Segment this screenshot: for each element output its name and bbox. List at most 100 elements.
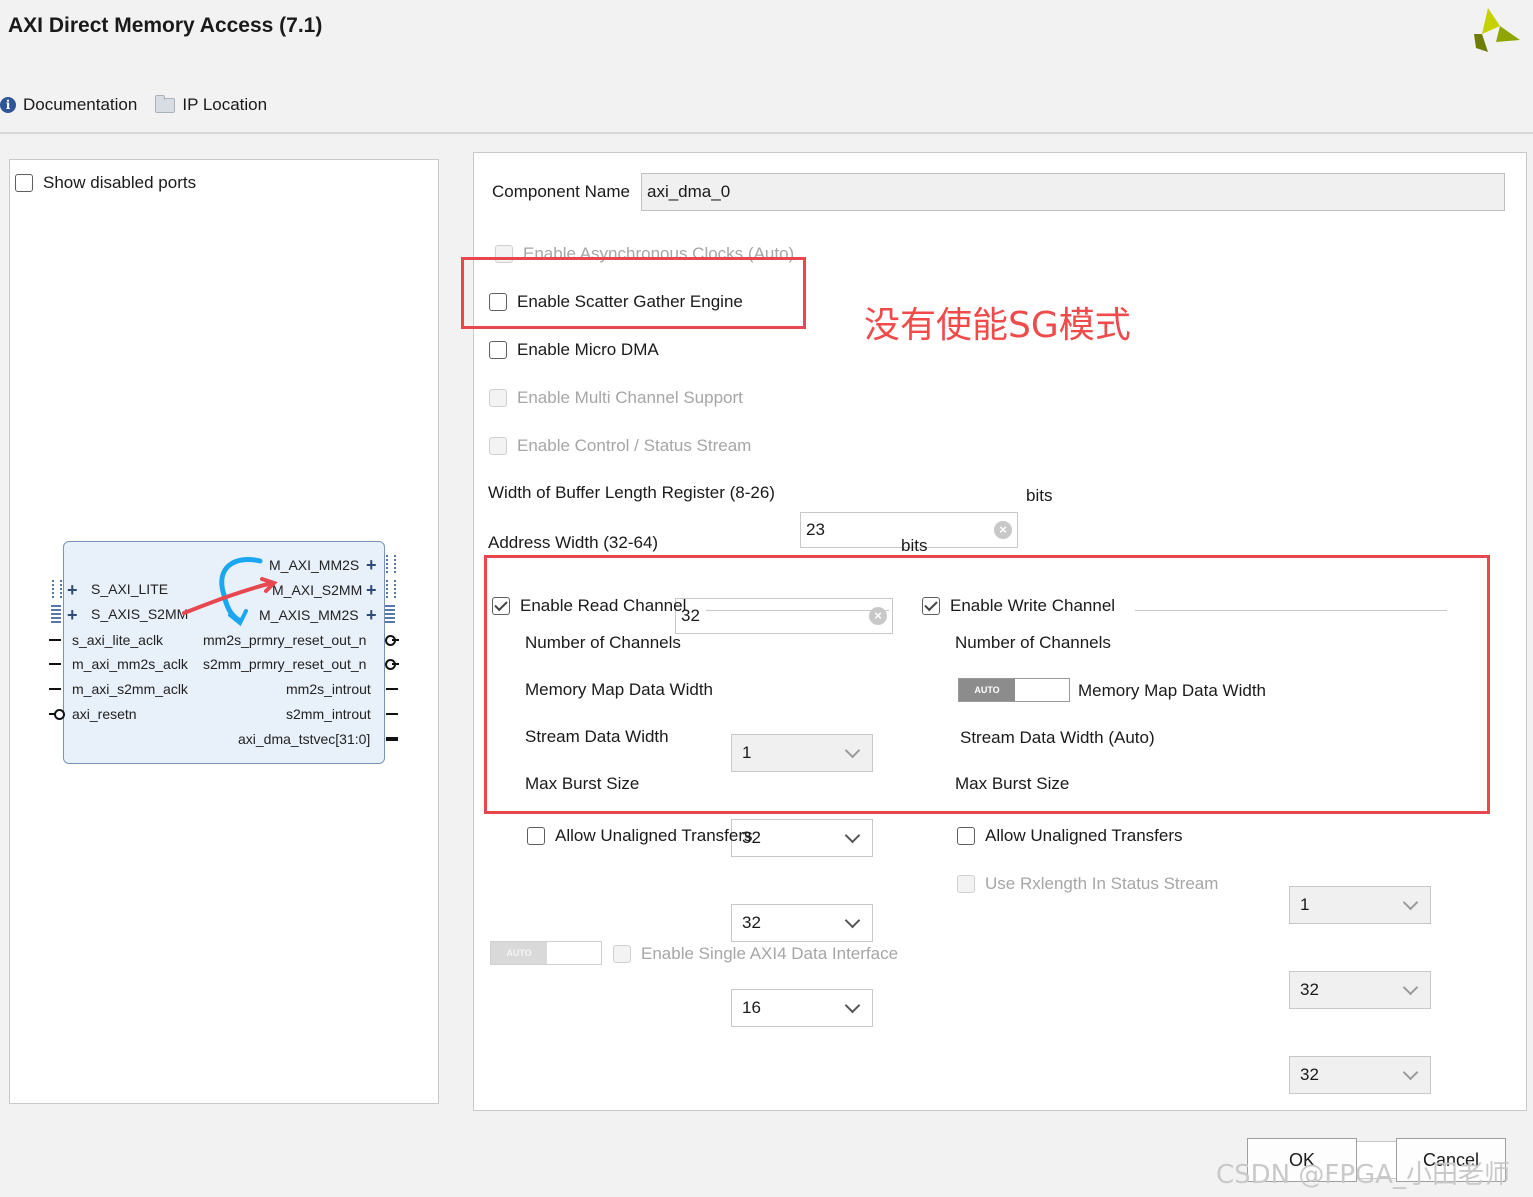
write-mm-width-select[interactable]: 32 xyxy=(1289,971,1431,1009)
plus-icon[interactable]: + xyxy=(67,605,78,626)
pin-line xyxy=(49,688,61,690)
pin-line xyxy=(386,713,398,715)
rxlength-option: Use Rxlength In Status Stream xyxy=(957,874,1218,894)
write-stream-width-select[interactable]: 32 xyxy=(1289,1056,1431,1094)
chevron-down-icon xyxy=(1402,894,1419,911)
watermark: CSDN @FPGA_小田老师 xyxy=(1216,1160,1510,1190)
read-unaligned-checkbox[interactable] xyxy=(527,827,545,845)
write-mm-width-value: 32 xyxy=(1300,980,1319,999)
read-channels-value: 1 xyxy=(742,743,752,762)
pin-s2mm-prmry-reset-out-n[interactable]: s2mm_prmry_reset_out_n xyxy=(203,656,366,672)
pin-m-axi-mm2s-aclk[interactable]: m_axi_mm2s_aclk xyxy=(72,656,188,672)
read-stream-width-value: 32 xyxy=(742,913,761,932)
pin-m-axi-s2mm-aclk[interactable]: m_axi_s2mm_aclk xyxy=(72,681,188,697)
chevron-down-icon xyxy=(844,742,861,759)
read-burst-select[interactable]: 16 xyxy=(731,989,873,1027)
plus-icon[interactable]: + xyxy=(366,555,377,576)
write-mm-width-auto-toggle[interactable]: AUTO xyxy=(958,678,1070,702)
write-unaligned-label: Allow Unaligned Transfers xyxy=(985,826,1183,845)
write-unaligned-checkbox[interactable] xyxy=(957,827,975,845)
active-low-bubble xyxy=(54,709,65,720)
plus-icon[interactable]: + xyxy=(366,605,377,626)
single-axi4-option: Enable Single AXI4 Data Interface xyxy=(613,944,898,964)
port-s-axis-s2mm[interactable]: S_AXIS_S2MM xyxy=(91,606,188,622)
read-stream-width-select[interactable]: 32 xyxy=(731,904,873,942)
pin-line xyxy=(49,639,61,641)
show-disabled-ports-label: Show disabled ports xyxy=(43,173,197,192)
micro-dma-option[interactable]: Enable Micro DMA xyxy=(489,340,659,360)
single-axi4-label: Enable Single AXI4 Data Interface xyxy=(641,944,899,963)
chevron-down-icon xyxy=(1402,979,1419,996)
component-name-label: Component Name xyxy=(492,182,630,201)
plus-icon[interactable]: + xyxy=(366,580,377,601)
pin-mm2s-introut[interactable]: mm2s_introut xyxy=(286,681,371,697)
component-name-input[interactable]: axi_dma_0 xyxy=(641,173,1505,211)
read-channel-option[interactable]: Enable Read Channel xyxy=(492,596,686,616)
scatter-gather-label: Enable Scatter Gather Engine xyxy=(517,292,743,311)
read-channel-checkbox[interactable] xyxy=(492,597,510,615)
address-width-unit: bits xyxy=(901,536,928,555)
write-channel-checkbox[interactable] xyxy=(922,597,940,615)
control-status-option: Enable Control / Status Stream xyxy=(489,436,751,456)
auto-toggle-knob xyxy=(1015,679,1069,701)
folder-icon xyxy=(155,94,176,113)
read-mm-width-label: Memory Map Data Width xyxy=(525,680,713,699)
port-s-axi-lite[interactable]: S_AXI_LITE xyxy=(91,581,168,597)
read-stream-width-label: Stream Data Width xyxy=(525,727,669,746)
bus-handle xyxy=(385,605,395,623)
write-stream-width-value: 32 xyxy=(1300,1065,1319,1084)
write-unaligned-option[interactable]: Allow Unaligned Transfers xyxy=(957,826,1182,846)
pin-axi-dma-tstvec[interactable]: axi_dma_tstvec[31:0] xyxy=(238,731,370,747)
group-separator xyxy=(706,610,889,611)
buffer-length-label: Width of Buffer Length Register (8-26) xyxy=(488,483,775,502)
header-divider xyxy=(0,132,1533,134)
read-channels-select[interactable]: 1 xyxy=(731,734,873,772)
pin-line xyxy=(392,639,399,641)
micro-dma-label: Enable Micro DMA xyxy=(517,340,659,359)
info-icon: i xyxy=(0,97,16,113)
annotation-text: 没有使能SG模式 xyxy=(864,305,1131,346)
multi-channel-checkbox xyxy=(489,389,507,407)
xilinx-logo-icon xyxy=(1474,8,1520,52)
ip-location-label: IP Location xyxy=(182,95,268,114)
write-burst-label: Max Burst Size xyxy=(955,774,1070,793)
auto-toggle-label: AUTO xyxy=(959,679,1015,701)
buffer-length-unit: bits xyxy=(1026,486,1053,505)
documentation-label: Documentation xyxy=(23,95,138,114)
rxlength-label: Use Rxlength In Status Stream xyxy=(985,874,1219,893)
write-channels-value: 1 xyxy=(1300,895,1310,914)
micro-dma-checkbox[interactable] xyxy=(489,341,507,359)
clear-icon[interactable]: × xyxy=(994,521,1012,539)
write-channels-label: Number of Channels xyxy=(955,633,1111,652)
ip-location-menu[interactable]: IP Location xyxy=(155,94,268,115)
read-unaligned-option[interactable]: Allow Unaligned Transfers xyxy=(527,826,752,846)
pin-s-axi-lite-aclk[interactable]: s_axi_lite_aclk xyxy=(72,632,163,648)
plus-icon[interactable]: + xyxy=(67,580,78,601)
write-stream-width-label: Stream Data Width (Auto) xyxy=(960,728,1155,747)
pin-s2mm-introut[interactable]: s2mm_introut xyxy=(286,706,371,722)
bus-handle xyxy=(386,580,396,598)
multi-channel-option: Enable Multi Channel Support xyxy=(489,388,743,408)
bus-handle xyxy=(52,580,62,598)
buffer-length-value: 23 xyxy=(806,520,825,539)
read-burst-label: Max Burst Size xyxy=(525,774,640,793)
pin-line xyxy=(392,663,399,665)
documentation-menu[interactable]: i Documentation xyxy=(0,95,137,115)
group-separator xyxy=(1135,610,1447,611)
write-channel-option[interactable]: Enable Write Channel xyxy=(922,596,1115,616)
write-channels-select[interactable]: 1 xyxy=(1289,886,1431,924)
single-axi4-auto-toggle: AUTO xyxy=(490,941,602,965)
chevron-down-icon xyxy=(844,997,861,1014)
bus-handle xyxy=(386,555,396,573)
window-title: AXI Direct Memory Access (7.1) xyxy=(8,14,323,37)
pin-axi-resetn[interactable]: axi_resetn xyxy=(72,706,137,722)
scatter-gather-checkbox[interactable] xyxy=(489,293,507,311)
scatter-gather-option[interactable]: Enable Scatter Gather Engine xyxy=(489,292,743,312)
chevron-down-icon xyxy=(844,912,861,929)
chevron-down-icon xyxy=(1402,1064,1419,1081)
bus-handle xyxy=(51,605,61,623)
multi-channel-label: Enable Multi Channel Support xyxy=(517,388,743,407)
read-channel-label: Enable Read Channel xyxy=(520,596,687,615)
show-disabled-ports[interactable]: Show disabled ports xyxy=(15,173,196,193)
show-disabled-ports-checkbox[interactable] xyxy=(15,174,33,192)
